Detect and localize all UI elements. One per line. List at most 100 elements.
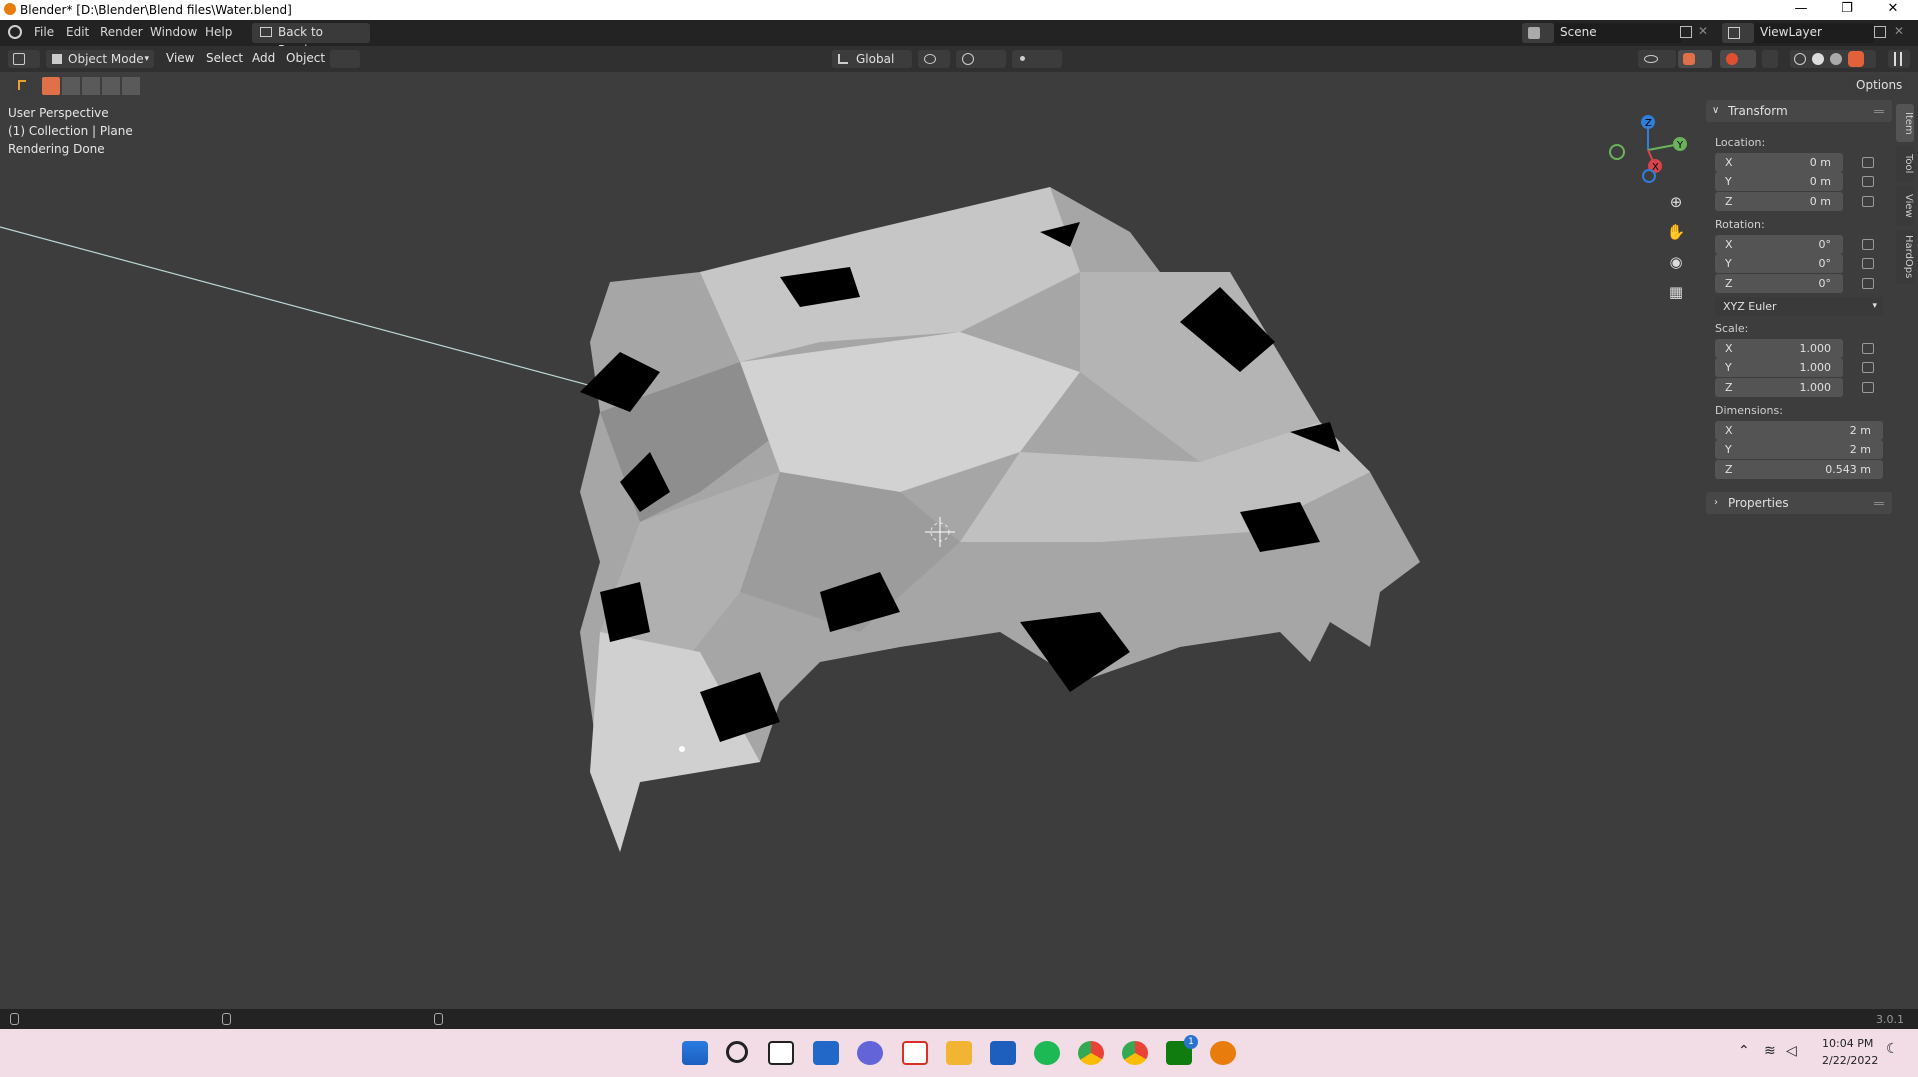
- rotation-mode-dropdown[interactable]: XYZ Euler ▾: [1715, 297, 1883, 316]
- transform-section-header[interactable]: ∨ Transform: [1706, 100, 1892, 122]
- task-view-icon[interactable]: [768, 1041, 794, 1065]
- new-viewlayer-icon[interactable]: [1874, 26, 1886, 38]
- blender-taskbar-icon[interactable]: [1210, 1041, 1236, 1065]
- gizmo-toggle-button[interactable]: [1678, 50, 1712, 68]
- dimensions-x-field[interactable]: X 2 m: [1715, 421, 1883, 440]
- delete-viewlayer-icon[interactable]: ✕: [1894, 24, 1904, 38]
- menu-render[interactable]: Render: [100, 25, 143, 39]
- lock-icon[interactable]: [1862, 382, 1874, 393]
- new-scene-icon[interactable]: [1680, 26, 1692, 38]
- lock-icon[interactable]: [1862, 196, 1874, 207]
- navigation-gizmo[interactable]: Z Y X: [1600, 110, 1690, 188]
- location-x-field[interactable]: X 0 m: [1715, 153, 1843, 172]
- object-mode-dropdown[interactable]: Object Mode ▾: [46, 50, 154, 68]
- lock-icon[interactable]: [1862, 278, 1874, 289]
- minimize-button[interactable]: —: [1778, 0, 1824, 20]
- header-menu-object[interactable]: Object: [286, 51, 325, 65]
- microsoft-store-icon[interactable]: [990, 1041, 1016, 1065]
- editor-type-button[interactable]: [8, 50, 40, 68]
- chevron-down-icon: ▾: [144, 54, 149, 64]
- tab-hardops[interactable]: HardOps: [1896, 230, 1914, 284]
- properties-section-header[interactable]: › Properties: [1706, 492, 1892, 514]
- moon-icon[interactable]: ☾: [1886, 1041, 1899, 1057]
- magnet-icon: [962, 53, 974, 65]
- dimensions-y-field[interactable]: Y 2 m: [1715, 440, 1883, 459]
- proportional-edit-button[interactable]: [1012, 50, 1062, 68]
- scale-y-field[interactable]: Y 1.000: [1715, 358, 1843, 377]
- visibility-button[interactable]: [1638, 50, 1676, 68]
- header-menu-view[interactable]: View: [166, 51, 194, 65]
- restore-button[interactable]: ❐: [1824, 0, 1870, 20]
- ortho-grid-icon[interactable]: ▦: [1662, 278, 1690, 306]
- menu-edit[interactable]: Edit: [66, 25, 89, 39]
- 3d-viewport[interactable]: Options User Perspective (1) Collection …: [0, 72, 1918, 1009]
- zoom-icon[interactable]: ⊕: [1662, 188, 1690, 216]
- menu-help[interactable]: Help: [205, 25, 232, 39]
- snap-button[interactable]: [956, 50, 1006, 68]
- file-explorer-icon[interactable]: [946, 1041, 972, 1065]
- start-menu-icon[interactable]: [682, 1041, 708, 1065]
- drag-handle-icon[interactable]: [1874, 502, 1884, 505]
- field-value: 1.000: [1799, 342, 1832, 355]
- transform-orientation-dropdown[interactable]: Global: [832, 50, 912, 68]
- spotify-icon[interactable]: [1034, 1041, 1060, 1065]
- location-z-field[interactable]: Z 0 m: [1715, 192, 1843, 211]
- overlays-button[interactable]: [1720, 50, 1756, 68]
- location-y-field[interactable]: Y 0 m: [1715, 172, 1843, 191]
- clock-time[interactable]: 10:04 PM: [1822, 1037, 1873, 1050]
- gmail-icon[interactable]: [902, 1041, 928, 1065]
- viewlayer-name-field[interactable]: ViewLayer: [1754, 23, 1874, 43]
- menu-file[interactable]: File: [34, 25, 54, 39]
- dimensions-z-field[interactable]: Z 0.543 m: [1715, 460, 1883, 479]
- camera-icon[interactable]: ◉: [1662, 248, 1690, 276]
- scene-selector-button[interactable]: [1522, 23, 1554, 43]
- shading-buttons[interactable]: [1790, 50, 1876, 68]
- wireframe-shading-icon[interactable]: [1794, 53, 1806, 65]
- lock-icon[interactable]: [1862, 362, 1874, 373]
- rendered-shading-icon[interactable]: [1848, 51, 1864, 67]
- xbox-icon[interactable]: 1: [1166, 1035, 1198, 1065]
- delete-scene-icon[interactable]: ✕: [1698, 24, 1708, 38]
- scale-z-field[interactable]: Z 1.000: [1715, 378, 1843, 397]
- header-menu-select[interactable]: Select: [206, 51, 243, 65]
- material-shading-icon[interactable]: [1830, 53, 1842, 65]
- scale-x-field[interactable]: X 1.000: [1715, 339, 1843, 358]
- rotation-z-field[interactable]: Z 0°: [1715, 274, 1843, 293]
- lock-icon[interactable]: [1862, 176, 1874, 187]
- back-to-previous-button[interactable]: Back to Previous: [252, 23, 370, 57]
- xray-button[interactable]: [1762, 50, 1778, 68]
- chrome-icon[interactable]: [1078, 1041, 1104, 1065]
- tab-tool[interactable]: Tool: [1896, 146, 1914, 182]
- clock-date[interactable]: 2/22/2022: [1822, 1054, 1878, 1067]
- rotation-y-field[interactable]: Y 0°: [1715, 254, 1843, 273]
- blender-menu-icon[interactable]: [8, 25, 22, 39]
- menu-window[interactable]: Window: [150, 25, 197, 39]
- gizmo-neg-y-axis[interactable]: [1609, 144, 1625, 160]
- tab-item[interactable]: Item: [1896, 104, 1914, 142]
- solid-shading-icon[interactable]: [1812, 53, 1824, 65]
- scene-name-field[interactable]: Scene: [1554, 23, 1682, 43]
- drag-handle-icon[interactable]: [1874, 110, 1884, 113]
- pivot-point-button[interactable]: [918, 50, 950, 68]
- toggle-sidebar-button[interactable]: [1888, 50, 1910, 68]
- pan-hand-icon[interactable]: ✋: [1662, 218, 1690, 246]
- rotation-x-field[interactable]: X 0°: [1715, 235, 1843, 254]
- viewlayer-selector-button[interactable]: [1722, 23, 1754, 43]
- tab-view[interactable]: View: [1896, 186, 1914, 226]
- wifi-icon[interactable]: ≋: [1764, 1043, 1776, 1059]
- chevron-right-icon: ›: [1714, 497, 1718, 508]
- lock-icon[interactable]: [1862, 157, 1874, 168]
- chevron-up-icon[interactable]: ⌃: [1738, 1043, 1750, 1059]
- lock-icon[interactable]: [1862, 343, 1874, 354]
- lock-icon[interactable]: [1862, 258, 1874, 269]
- chrome-profile-icon[interactable]: [1122, 1041, 1148, 1065]
- gizmo-neg-z-axis[interactable]: [1642, 169, 1656, 183]
- chat-icon[interactable]: [857, 1041, 883, 1065]
- gpencil-button[interactable]: [330, 50, 360, 68]
- close-button[interactable]: ✕: [1870, 0, 1916, 20]
- widgets-icon[interactable]: [813, 1041, 839, 1065]
- search-icon[interactable]: [726, 1041, 748, 1063]
- header-menu-add[interactable]: Add: [252, 51, 275, 65]
- volume-icon[interactable]: ◁: [1786, 1043, 1797, 1059]
- lock-icon[interactable]: [1862, 239, 1874, 250]
